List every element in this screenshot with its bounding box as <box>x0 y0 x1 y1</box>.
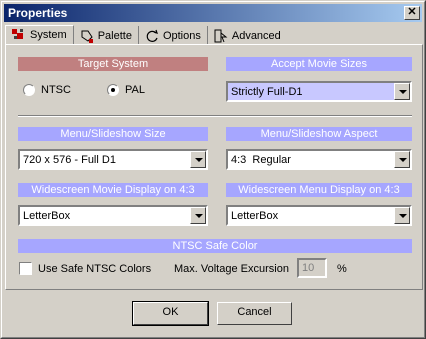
close-icon: ✕ <box>407 6 417 18</box>
ntsc-radio[interactable]: NTSC <box>23 84 71 96</box>
accept-movie-sizes-header: Accept Movie Sizes <box>226 57 412 71</box>
menu-aspect-select[interactable]: 4:3 Regular <box>226 149 412 170</box>
widescreen-menu-select[interactable]: LetterBox <box>226 205 412 226</box>
tab-advanced[interactable]: Advanced <box>208 26 287 45</box>
pal-radio-dot <box>107 84 119 96</box>
voltage-label: Max. Voltage Excursion <box>174 263 289 275</box>
widescreen-menu-value: LetterBox <box>231 210 279 222</box>
menu-size-value: 720 x 576 - Full D1 <box>23 154 116 166</box>
widescreen-menu-header: Widescreen Menu Display on 4:3 <box>226 183 412 197</box>
tab-palette-label: Palette <box>97 29 132 42</box>
pal-radio[interactable]: PAL <box>107 84 145 96</box>
chevron-down-icon[interactable] <box>394 151 410 168</box>
window-title: Properties <box>8 6 68 20</box>
properties-dialog: Properties ✕ System Palette Options Adva… <box>0 0 426 339</box>
safe-ntsc-checkbox-label: Use Safe NTSC Colors <box>38 262 152 275</box>
percent-unit: % <box>337 263 347 275</box>
chevron-down-icon[interactable] <box>190 207 206 224</box>
separator <box>18 115 412 117</box>
chevron-down-icon[interactable] <box>394 83 410 100</box>
tab-system[interactable]: System <box>5 25 74 45</box>
close-button[interactable]: ✕ <box>404 6 420 20</box>
tab-system-label: System <box>30 29 67 41</box>
tab-options-label: Options <box>162 29 201 42</box>
ntsc-radio-label: NTSC <box>41 84 71 96</box>
tab-strip: System Palette Options Advanced <box>5 25 287 45</box>
ntsc-safe-color-header: NTSC Safe Color <box>18 239 412 253</box>
palette-icon <box>80 29 94 43</box>
menu-size-select[interactable]: 720 x 576 - Full D1 <box>18 149 208 170</box>
voltage-input[interactable]: 10 <box>297 258 327 278</box>
chevron-down-icon[interactable] <box>190 151 206 168</box>
system-icon <box>12 28 26 42</box>
chevron-down-icon[interactable] <box>394 207 410 224</box>
safe-ntsc-checkbox-box[interactable] <box>19 262 32 275</box>
advanced-icon <box>214 29 228 43</box>
options-icon <box>145 29 159 43</box>
system-panel: Target System NTSC PAL Accept Movie Size… <box>5 44 423 290</box>
cancel-button[interactable]: Cancel <box>217 302 292 325</box>
pal-radio-label: PAL <box>125 84 145 96</box>
accept-movie-sizes-select[interactable]: Strictly Full-D1 <box>226 81 412 102</box>
accept-movie-sizes-value: Strictly Full-D1 <box>231 86 303 98</box>
widescreen-movie-header: Widescreen Movie Display on 4:3 <box>18 183 208 197</box>
tab-options[interactable]: Options <box>139 26 208 45</box>
tab-palette[interactable]: Palette <box>74 26 139 45</box>
menu-size-header: Menu/Slideshow Size <box>18 127 208 141</box>
ntsc-radio-dot <box>23 84 35 96</box>
widescreen-movie-value: LetterBox <box>23 210 71 222</box>
voltage-value: 10 <box>302 262 315 274</box>
menu-aspect-header: Menu/Slideshow Aspect <box>226 127 412 141</box>
ok-button[interactable]: OK <box>132 301 209 326</box>
safe-ntsc-checkbox[interactable]: Use Safe NTSC Colors <box>19 262 151 275</box>
widescreen-movie-select[interactable]: LetterBox <box>18 205 208 226</box>
target-system-header: Target System <box>18 57 208 71</box>
title-bar[interactable]: Properties ✕ <box>4 4 422 22</box>
menu-aspect-value: 4:3 Regular <box>231 154 291 166</box>
tab-advanced-label: Advanced <box>231 29 281 42</box>
